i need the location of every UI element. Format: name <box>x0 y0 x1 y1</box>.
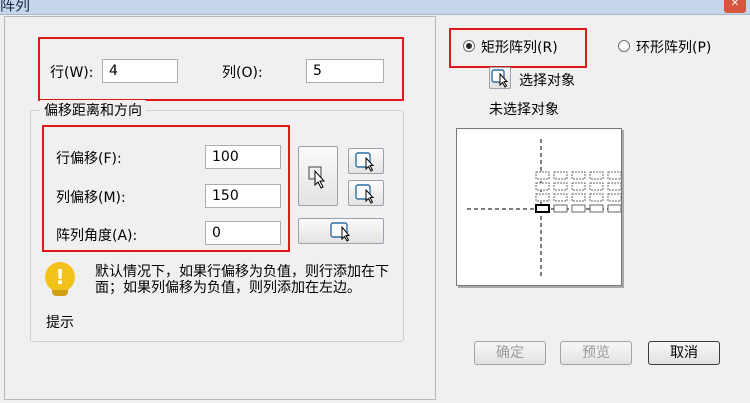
preview-array-cell <box>535 182 550 191</box>
pick-both-offsets-button[interactable] <box>298 146 338 206</box>
array-preview <box>456 128 622 286</box>
preview-array-cell <box>535 204 550 213</box>
rows-input[interactable]: 4 <box>102 59 178 83</box>
preview-array-cell <box>589 171 604 180</box>
preview-array-cell <box>589 204 604 213</box>
preview-array-cell <box>607 204 622 213</box>
preview-array-cell <box>571 182 586 191</box>
row-offset-input[interactable]: 100 <box>205 145 281 169</box>
preview-array-cell <box>535 193 550 202</box>
col-offset-input[interactable]: 150 <box>205 184 281 208</box>
preview-array-cell <box>571 193 586 202</box>
cursor-pick-icon <box>308 166 326 189</box>
preview-array-cell <box>553 193 568 202</box>
preview-array-cell <box>571 171 586 180</box>
array-angle-label: 阵列角度(A): <box>56 228 138 244</box>
preview-button[interactable]: 预览 <box>560 341 632 365</box>
select-objects-button[interactable] <box>489 67 511 89</box>
preview-array-cell <box>553 182 568 191</box>
pick-point-icon <box>355 184 375 204</box>
polar-array-label[interactable]: 环形阵列(P) <box>636 37 711 57</box>
row-offset-label: 行偏移(F): <box>56 151 122 167</box>
pick-point-icon <box>355 152 375 172</box>
pick-angle-icon <box>330 222 351 242</box>
selection-status: 未选择对象 <box>489 102 559 118</box>
array-preview-graphic <box>467 139 622 279</box>
pick-row-offset-button[interactable] <box>348 148 384 174</box>
cols-label: 列(O): <box>222 65 263 81</box>
preview-array-cell <box>607 171 622 180</box>
cancel-button[interactable]: 取消 <box>648 341 720 365</box>
title-bar <box>0 0 750 15</box>
preview-array-cell <box>553 171 568 180</box>
preview-array-cell <box>535 171 550 180</box>
preview-array-cell <box>607 193 622 202</box>
cols-input[interactable]: 5 <box>306 59 384 83</box>
offset-group-title: 偏移距离和方向 <box>40 100 146 120</box>
window-title: 阵列 <box>0 0 31 14</box>
select-objects-icon <box>491 69 509 88</box>
hint-text: 默认情况下，如果行偏移为负值，则行添加在下面；如果列偏移为负值，则列添加在左边。 <box>95 264 389 296</box>
rows-label: 行(W): <box>50 65 94 81</box>
preview-array-cell <box>589 182 604 191</box>
col-offset-label: 列偏移(M): <box>56 190 126 206</box>
hint-caption: 提示 <box>46 315 74 331</box>
polar-array-radio[interactable] <box>618 40 630 52</box>
preview-array-cell <box>553 204 568 213</box>
pick-angle-button[interactable] <box>298 218 384 244</box>
ok-button[interactable]: 确定 <box>474 341 546 365</box>
pick-col-offset-button[interactable] <box>348 180 384 206</box>
lightbulb-icon: ! <box>45 262 75 292</box>
preview-array-cell <box>571 204 586 213</box>
array-angle-input[interactable]: 0 <box>205 221 281 245</box>
lightbulb-base <box>52 290 68 296</box>
preview-array-cell <box>607 182 622 191</box>
rect-array-label[interactable]: 矩形阵列(R) <box>481 37 558 57</box>
select-objects-label[interactable]: 选择对象 <box>519 70 575 90</box>
preview-array-cell <box>589 193 604 202</box>
close-button[interactable]: ✕ <box>724 0 746 13</box>
close-icon: ✕ <box>730 0 740 9</box>
rect-array-radio[interactable] <box>463 40 475 52</box>
